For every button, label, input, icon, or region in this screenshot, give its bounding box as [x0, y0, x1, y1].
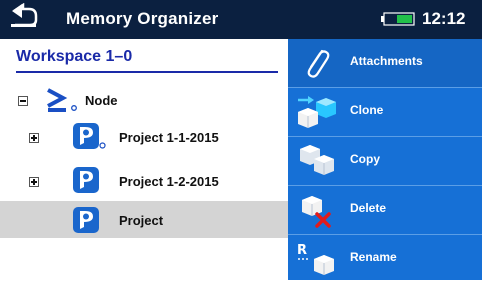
tree-label-project: Project	[119, 213, 164, 228]
tree-project-row-selected[interactable]: Project	[0, 201, 288, 238]
node-marker-icon	[99, 142, 106, 149]
rename-icon: R	[297, 243, 334, 275]
copy-label: Copy	[350, 152, 380, 166]
attachments-button[interactable]: Attachments	[288, 39, 482, 88]
tree-label-project: Project 1-1-2015	[119, 130, 219, 145]
clock: 12:12	[422, 9, 466, 28]
expand-icon[interactable]	[29, 133, 39, 143]
tree-label-node: Node	[85, 93, 118, 108]
battery-icon	[381, 12, 415, 26]
tree-project-row[interactable]: Project 1-2-2015	[0, 163, 288, 199]
paperclip-icon	[307, 49, 330, 78]
tree-node-row[interactable]: Node	[0, 82, 288, 118]
attachments-label: Attachments	[350, 54, 423, 68]
tree-project-row[interactable]: Project 1-1-2015	[0, 119, 288, 155]
workspace-title[interactable]: Workspace 1–0	[16, 48, 278, 73]
clone-button[interactable]: Clone	[288, 88, 482, 137]
delete-icon	[302, 196, 331, 228]
rename-label: Rename	[350, 250, 397, 264]
action-panel: Attachments Clone Copy Delete R Rename	[288, 39, 482, 280]
expand-icon[interactable]	[29, 177, 39, 187]
project-icon	[73, 167, 99, 193]
delete-button[interactable]: Delete	[288, 186, 482, 235]
return-arrow-icon[interactable]	[9, 3, 39, 31]
title-bar: Memory Organizer 12:12	[0, 0, 482, 39]
delete-label: Delete	[350, 201, 387, 215]
copy-icon	[300, 145, 334, 175]
svg-text:R: R	[297, 243, 307, 258]
collapse-icon[interactable]	[18, 96, 28, 106]
page-title: Memory Organizer	[66, 9, 219, 28]
clone-label: Clone	[350, 103, 384, 117]
tree-label-project: Project 1-2-2015	[119, 174, 219, 189]
node-icon	[47, 88, 77, 112]
copy-button[interactable]: Copy	[288, 137, 482, 186]
project-icon	[73, 123, 99, 149]
clone-icon	[298, 96, 336, 128]
rename-button[interactable]: R Rename	[288, 235, 482, 283]
project-icon	[73, 207, 99, 233]
